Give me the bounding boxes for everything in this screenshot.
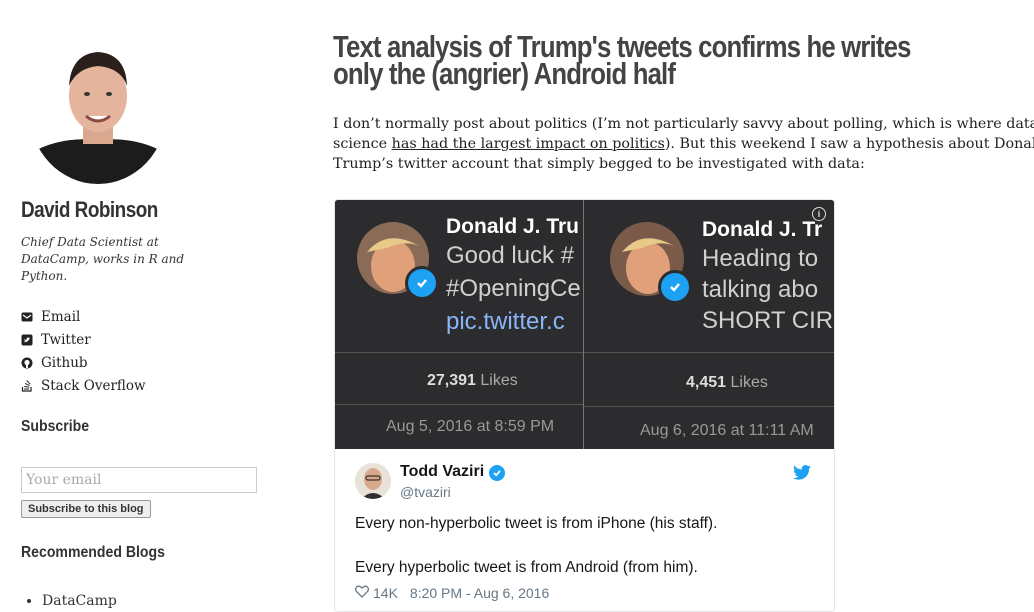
tweet-left-line-1: Good luck # bbox=[446, 242, 575, 269]
post-intro: I don’t normally post about politics (I’… bbox=[333, 114, 1034, 174]
politics-impact-link[interactable]: has had the largest impact on politics bbox=[392, 136, 665, 152]
intro-line-1: I don’t normally post about politics (I’… bbox=[333, 116, 1034, 132]
intro-line-2a: science bbox=[333, 136, 392, 152]
separator bbox=[584, 352, 834, 353]
recommended-blogs-list: DataCamp bbox=[24, 593, 117, 609]
github-link[interactable]: Github bbox=[21, 351, 146, 374]
stack-overflow-link[interactable]: Stack Overflow bbox=[21, 374, 146, 397]
email-link-label: Email bbox=[41, 308, 81, 325]
tweet-left-likes: 27,391 Likes bbox=[427, 372, 518, 389]
tweet-author-avatar[interactable] bbox=[355, 463, 391, 499]
twitter-icon bbox=[21, 334, 33, 346]
separator bbox=[584, 406, 834, 407]
blog-link-datacamp[interactable]: DataCamp bbox=[42, 593, 117, 609]
tweet-author-handle[interactable]: @tvaziri bbox=[400, 484, 451, 500]
tweet-text-line-1: Every non-hyperbolic tweet is from iPhon… bbox=[355, 515, 718, 532]
embedded-tweet[interactable]: Donald J. Tru Good luck # #OpeningCe pic… bbox=[334, 199, 835, 612]
envelope-icon bbox=[21, 311, 33, 323]
tweet-screenshot-left: Donald J. Tru Good luck # #OpeningCe pic… bbox=[335, 200, 583, 449]
author-name: David Robinson bbox=[21, 197, 158, 222]
heart-icon[interactable] bbox=[354, 585, 370, 601]
separator bbox=[335, 404, 583, 405]
verified-badge-icon bbox=[489, 465, 505, 481]
tweet-left-name: Donald J. Tru bbox=[446, 215, 580, 238]
tweet-timestamp[interactable]: 8:20 PM - Aug 6, 2016 bbox=[410, 585, 549, 601]
twitter-link[interactable]: Twitter bbox=[21, 328, 146, 351]
twitter-link-label: Twitter bbox=[41, 331, 91, 348]
tweet-meta: 14K 8:20 PM - Aug 6, 2016 bbox=[354, 585, 549, 601]
post-title: Text analysis of Trump's tweets confirms… bbox=[333, 29, 911, 91]
intro-line-3: Trump’s twitter account that simply begg… bbox=[333, 156, 865, 172]
tweet-right-likes: 4,451 Likes bbox=[686, 374, 768, 391]
separator bbox=[335, 352, 583, 353]
tweet-right-line-3: SHORT CIR bbox=[702, 307, 834, 334]
tweet-right-line-1: Heading to bbox=[702, 245, 819, 272]
github-link-label: Github bbox=[41, 354, 88, 371]
verified-badge-icon bbox=[658, 270, 692, 304]
github-icon bbox=[21, 357, 33, 369]
tweet-left-date: Aug 5, 2016 at 8:59 PM bbox=[386, 418, 555, 435]
subscribe-button[interactable]: Subscribe to this blog bbox=[21, 500, 151, 518]
tweet-screenshot-image: Donald J. Tru Good luck # #OpeningCe pic… bbox=[335, 200, 834, 449]
tweet-left-link: pic.twitter.c bbox=[446, 308, 565, 335]
tweet-text-line-2: Every hyperbolic tweet is from Android (… bbox=[355, 559, 698, 576]
email-link[interactable]: Email bbox=[21, 305, 146, 328]
tweet-author-name[interactable]: Todd Vaziri bbox=[400, 463, 484, 481]
tweet-right-date: Aug 6, 2016 at 11:11 AM bbox=[640, 422, 814, 439]
social-links: Email Twitter Github Stack Overflow bbox=[21, 305, 146, 397]
subscribe-heading: Subscribe bbox=[21, 418, 90, 435]
tweet-right-line-2: talking abo bbox=[702, 276, 819, 303]
verified-badge-icon bbox=[405, 266, 439, 300]
author-avatar bbox=[29, 36, 167, 184]
stack-overflow-link-label: Stack Overflow bbox=[41, 377, 146, 394]
sidebar: David Robinson Chief Data Scientist at D… bbox=[0, 0, 300, 610]
recommended-blogs-heading: Recommended Blogs bbox=[21, 544, 165, 561]
author-bio: Chief Data Scientist at DataCamp, works … bbox=[21, 235, 185, 283]
tweet-right-name: Donald J. Tr bbox=[702, 218, 823, 241]
subscribe-email-input[interactable] bbox=[21, 467, 257, 493]
intro-line-2b: ). But this weekend I saw a hypothesis a… bbox=[664, 136, 1034, 152]
tweet-screenshot-right: i Donald J. Tr Heading to talking abo SH… bbox=[584, 200, 834, 449]
tweet-like-count[interactable]: 14K bbox=[373, 585, 398, 601]
tweet-left-line-2: #OpeningCe bbox=[446, 275, 581, 302]
stack-overflow-icon bbox=[21, 379, 33, 392]
twitter-bird-icon[interactable] bbox=[793, 465, 811, 484]
